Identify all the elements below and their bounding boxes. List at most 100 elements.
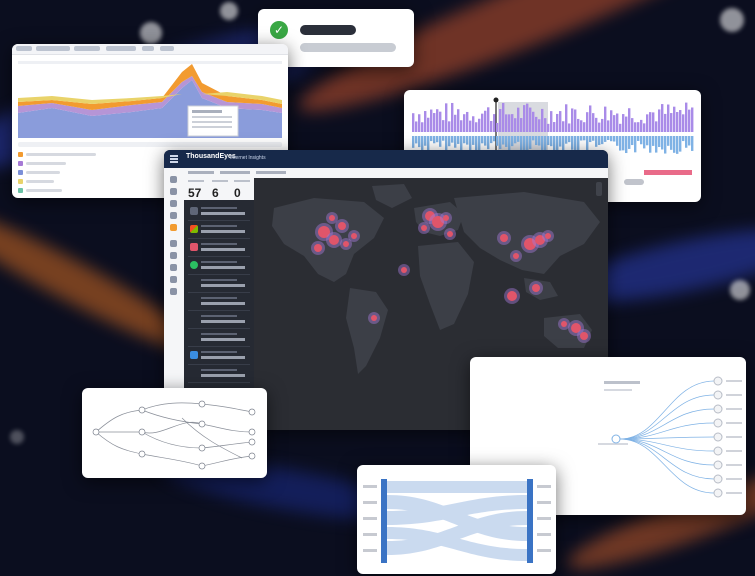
timeline-bar-down [430, 136, 433, 142]
timeline-bar-up [544, 118, 547, 132]
check-circle-icon: ✓ [270, 21, 288, 39]
timeline-bar-down [592, 136, 595, 141]
nav-icon[interactable] [170, 176, 177, 183]
timeline-bar-down [667, 136, 670, 146]
outage-hotspot [561, 321, 567, 327]
nav-icon[interactable] [170, 200, 177, 207]
timeline-bar-down [643, 136, 646, 149]
table-row-icon [18, 152, 23, 157]
graph-node [248, 438, 256, 446]
nav-icon[interactable] [170, 264, 177, 271]
timeline-bar-down [412, 136, 415, 148]
timeline-bar-up [535, 116, 538, 132]
timeline-bar-up [580, 120, 583, 132]
timeline-bar-up [595, 117, 598, 132]
timeline-bar-down [484, 136, 487, 146]
continent-south-america [346, 288, 388, 374]
table-row[interactable] [26, 180, 54, 183]
tree-leaf-label [726, 408, 742, 410]
list-item[interactable] [188, 258, 250, 275]
table-row[interactable] [26, 153, 96, 156]
table-row[interactable] [26, 162, 66, 165]
table-row-icon [18, 179, 23, 184]
list-item[interactable] [188, 276, 250, 293]
nav-icon[interactable] [170, 252, 177, 259]
nav-icon-active[interactable] [170, 224, 177, 231]
list-item[interactable] [188, 366, 250, 383]
timeline-bar-up [622, 114, 625, 132]
analytics-tab[interactable] [106, 46, 136, 51]
nav-icon[interactable] [170, 276, 177, 283]
nav-icon[interactable] [170, 188, 177, 195]
timeline-bar-up [646, 114, 649, 132]
tree-leaf-node [713, 404, 723, 414]
table-row[interactable] [26, 171, 60, 174]
timeline-bar-down [685, 136, 688, 148]
timeline-bar-up [502, 102, 505, 132]
timeline-bar-down [463, 136, 466, 144]
filter-chip[interactable] [188, 171, 214, 174]
timeline-bar-up [643, 123, 646, 132]
timeline-bar-down [670, 136, 673, 150]
nav-icon[interactable] [170, 288, 177, 295]
timeline-bar-up [679, 110, 682, 132]
timeline-bar-down [433, 136, 436, 144]
stacked-area-chart [18, 61, 282, 138]
app-header: ThousandEyes Internet Insights [164, 150, 608, 168]
analytics-tab[interactable] [160, 46, 174, 51]
timeline-bar-down [547, 136, 550, 146]
analytics-tab[interactable] [36, 46, 70, 51]
timeline-bar-up [505, 114, 508, 132]
range-label-placeholder [624, 179, 644, 185]
timeline-bar-down [442, 136, 445, 141]
timeline-bar-down [631, 136, 634, 146]
timeline-bar-down [589, 136, 592, 143]
app-name: ThousandEyes [186, 153, 236, 160]
analytics-tab[interactable] [16, 46, 32, 51]
timeline-bar-up [664, 113, 667, 132]
filter-chip[interactable] [220, 171, 250, 174]
timeline-bar-up [547, 123, 550, 132]
timeline-bar-up [463, 114, 466, 132]
timeline-bar-up [607, 120, 610, 132]
outage-hotspot [532, 284, 540, 292]
tree-leaf-label [726, 422, 742, 424]
timeline-bar-up [529, 107, 532, 132]
graph-node [198, 400, 206, 408]
timeline-bar-down [517, 136, 520, 142]
list-item[interactable] [188, 330, 250, 347]
list-item[interactable] [188, 294, 250, 311]
zoom-control[interactable] [596, 182, 602, 196]
timeline-bar-down [658, 136, 661, 147]
timeline-bar-down [520, 136, 523, 151]
timeline-bar-down [634, 136, 637, 153]
analytics-tab[interactable] [142, 46, 154, 51]
timeline-bar-down [541, 136, 544, 151]
filter-chip[interactable] [256, 171, 286, 174]
outage-hotspot [338, 222, 346, 230]
sankey-label [363, 485, 377, 488]
list-item[interactable] [188, 348, 250, 365]
hamburger-icon[interactable] [170, 155, 178, 157]
notification-title-placeholder [300, 25, 356, 35]
timeline-bar-down [583, 136, 586, 141]
path-visualization-panel [82, 388, 267, 478]
timeline-bar-up [550, 111, 553, 132]
graph-node [92, 428, 100, 436]
timeline-bar-down [454, 136, 457, 148]
timeline-bar-up [673, 106, 676, 132]
list-item[interactable] [188, 204, 250, 221]
list-item[interactable] [188, 312, 250, 329]
scrubber-handle[interactable] [493, 97, 499, 103]
nav-icon[interactable] [170, 212, 177, 219]
nav-icon[interactable] [170, 240, 177, 247]
graph-node [248, 428, 256, 436]
analytics-tab[interactable] [74, 46, 100, 51]
timeline-bar-up [640, 119, 643, 132]
timeline-bar-up [613, 115, 616, 132]
list-item[interactable] [188, 222, 250, 239]
timeline-bar-up [478, 118, 481, 132]
list-item[interactable] [188, 240, 250, 257]
table-row[interactable] [26, 189, 62, 192]
notification-body-placeholder [300, 43, 396, 52]
